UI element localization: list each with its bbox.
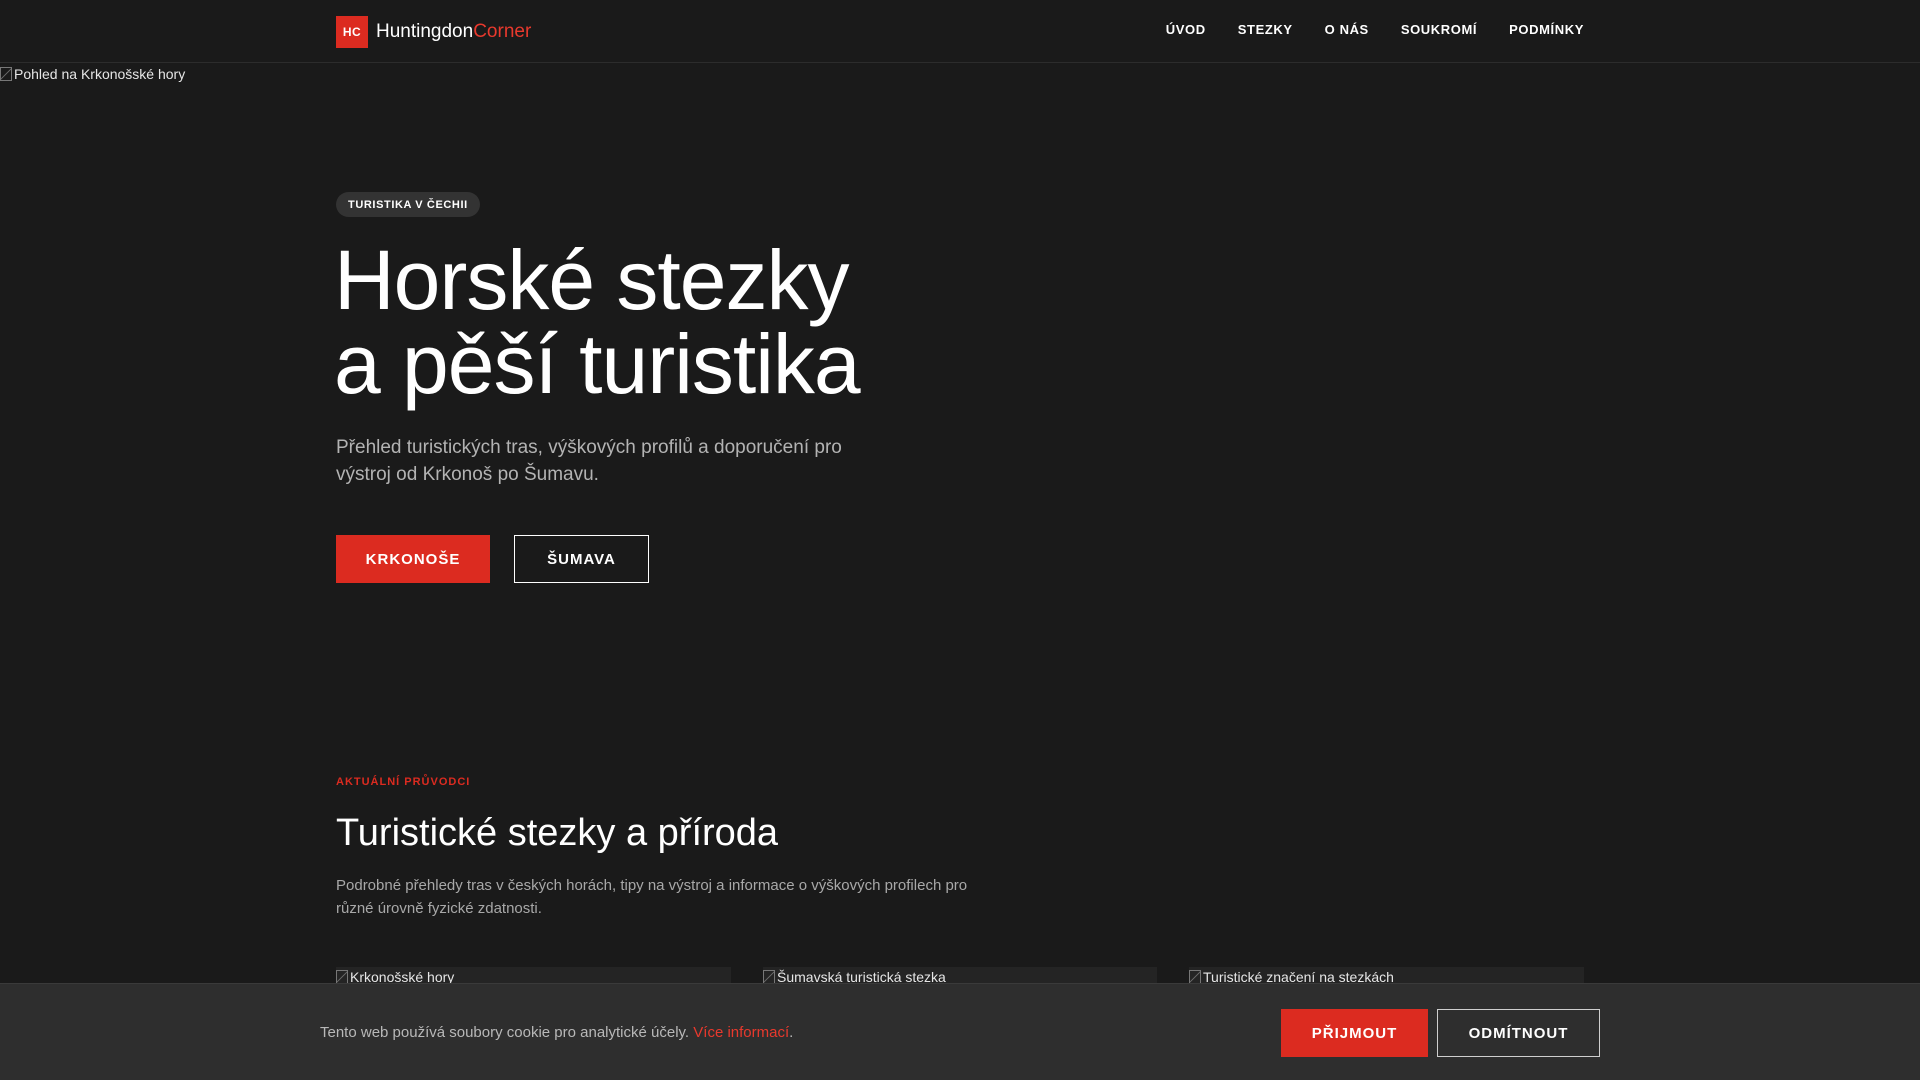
cookie-banner: Tento web používá soubory cookie pro ana… <box>0 983 1920 1080</box>
logo-text: HuntingdonCorner <box>376 21 531 43</box>
hero-image: Pohled na Krkonošské hory <box>0 66 185 82</box>
cookie-accept-button[interactable]: PŘIJMOUT <box>1281 1009 1428 1057</box>
nav-link-soukromi[interactable]: SOUKROMÍ <box>1401 22 1477 37</box>
hero-subtitle: Přehled turistických tras, výškových pro… <box>336 437 842 485</box>
section-title: Turistické stezky a příroda <box>336 812 779 854</box>
broken-image-icon <box>336 970 348 984</box>
site-header: HC HuntingdonCorner ÚVOD STEZKY O NÁS SO… <box>0 0 1920 63</box>
logo-primary: Huntingdon <box>376 21 474 42</box>
hero-title-line-1: Horské stezky <box>334 233 849 327</box>
broken-image-icon <box>1189 970 1201 984</box>
nav-link-uvod[interactable]: ÚVOD <box>1166 22 1206 37</box>
hero-title: Horské stezky a pěší turistika <box>334 233 861 411</box>
nav-link-podminky[interactable]: PODMÍNKY <box>1509 22 1584 37</box>
cookie-message: Tento web používá soubory cookie pro ana… <box>320 1024 690 1041</box>
section-eyebrow: AKTUÁLNÍ PRŮVODCI <box>336 776 471 788</box>
cookie-more-info-link[interactable]: Více informací <box>693 1024 789 1041</box>
cookie-text: Tento web používá soubory cookie pro ana… <box>320 1024 793 1041</box>
hero-title-line-2: a pěší turistika <box>334 317 861 411</box>
logo-badge: HC <box>336 16 368 48</box>
sumava-button[interactable]: ŠUMAVA <box>514 535 649 583</box>
nav-link-stezky[interactable]: STEZKY <box>1238 22 1293 37</box>
cookie-period: . <box>789 1024 794 1041</box>
cookie-reject-button[interactable]: ODMÍTNOUT <box>1437 1009 1600 1057</box>
broken-image-icon <box>763 970 775 984</box>
logo-accent: Corner <box>473 21 532 42</box>
site-logo[interactable]: HC HuntingdonCorner <box>336 16 531 48</box>
nav-link-o-nas[interactable]: O NÁS <box>1325 22 1369 37</box>
section-description: Podrobné přehledy tras v českých horách,… <box>336 877 968 917</box>
krkonose-button[interactable]: KRKONOŠE <box>336 535 490 583</box>
hero-badge: TURISTIKA V ČECHII <box>336 192 480 217</box>
main-nav: ÚVOD STEZKY O NÁS SOUKROMÍ PODMÍNKY <box>1134 22 1584 37</box>
broken-image-icon <box>0 67 12 81</box>
hero-image-alt: Pohled na Krkonošské hory <box>14 66 186 82</box>
